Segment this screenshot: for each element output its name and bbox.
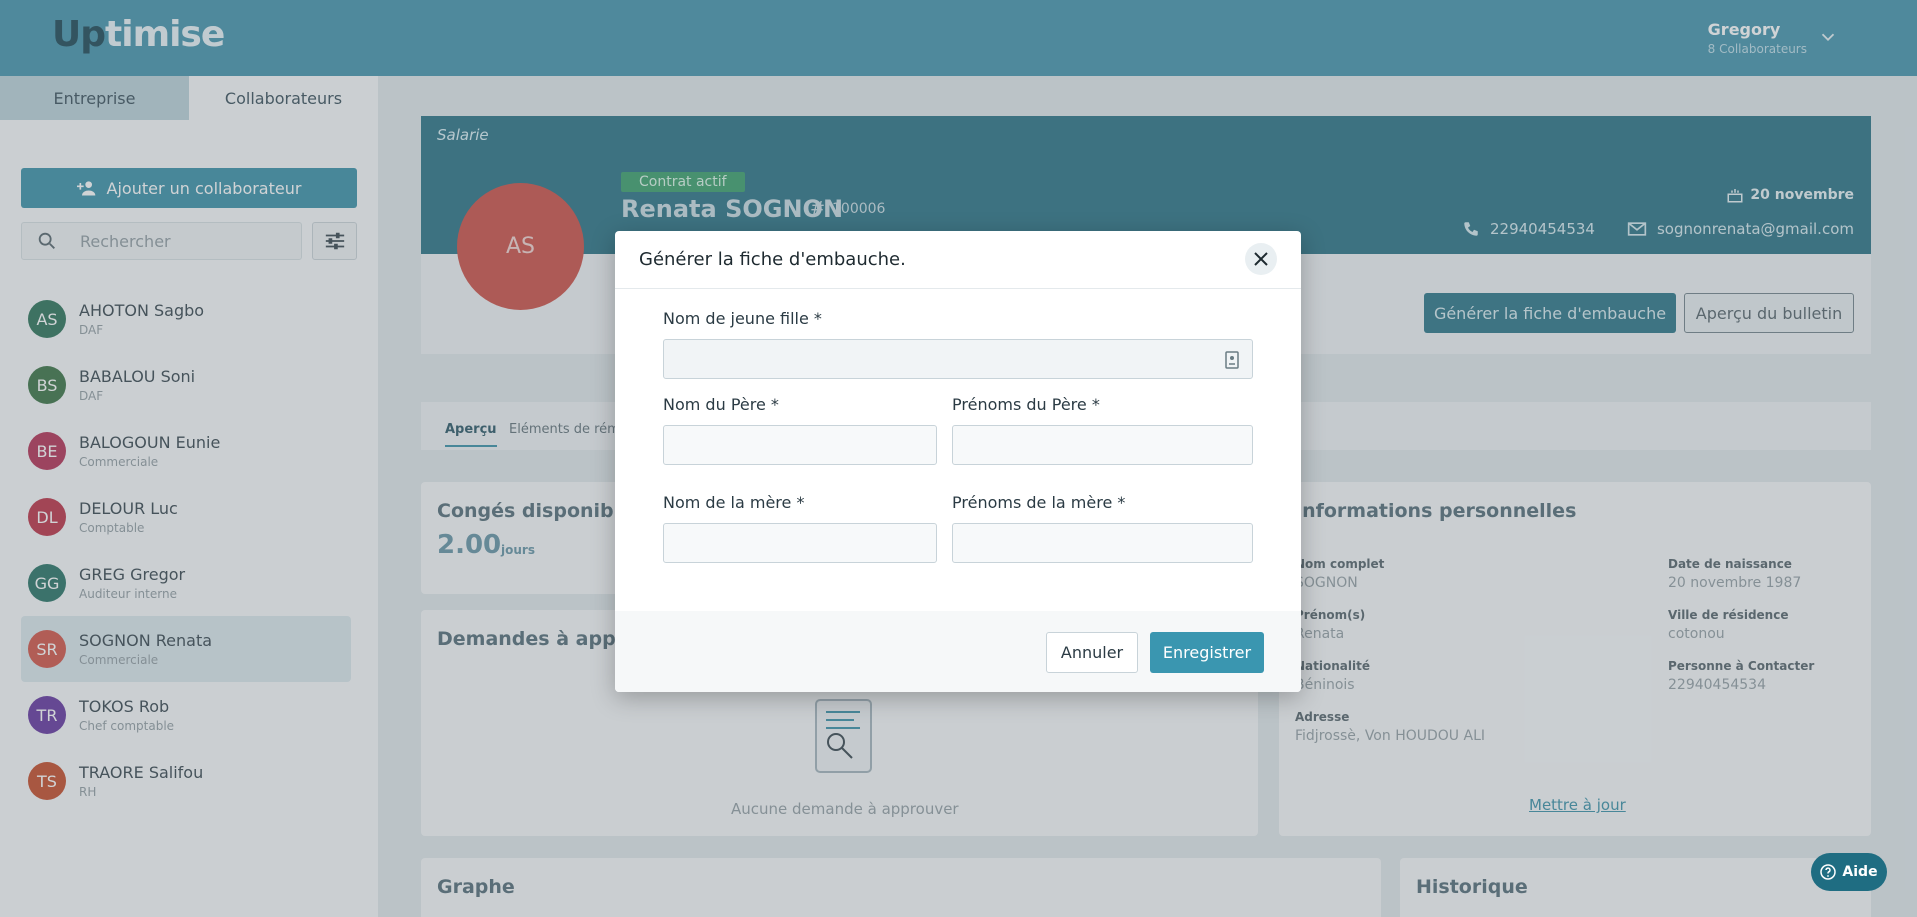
cancel-button[interactable]: Annuler bbox=[1046, 632, 1138, 673]
father-firstnames-label: Prénoms du Père * bbox=[952, 395, 1100, 414]
close-button[interactable] bbox=[1245, 243, 1277, 275]
modal-header: Générer la fiche d'embauche. bbox=[615, 231, 1301, 289]
help-button[interactable]: Aide bbox=[1811, 853, 1887, 891]
father-firstnames-input[interactable] bbox=[952, 425, 1253, 465]
maiden-name-label: Nom de jeune fille * bbox=[663, 309, 822, 328]
hiring-sheet-modal: Générer la fiche d'embauche. Nom de jeun… bbox=[615, 231, 1301, 692]
close-icon bbox=[1254, 252, 1268, 266]
mother-firstnames-label: Prénoms de la mère * bbox=[952, 493, 1126, 512]
mother-name-label: Nom de la mère * bbox=[663, 493, 805, 512]
modal-title: Générer la fiche d'embauche. bbox=[639, 249, 906, 270]
father-name-label: Nom du Père * bbox=[663, 395, 779, 414]
mother-name-input[interactable] bbox=[663, 523, 937, 563]
maiden-name-input[interactable] bbox=[663, 339, 1253, 379]
mother-firstnames-input[interactable] bbox=[952, 523, 1253, 563]
help-icon bbox=[1820, 864, 1837, 880]
save-button[interactable]: Enregistrer bbox=[1150, 632, 1264, 673]
contact-card-icon bbox=[1225, 351, 1239, 369]
help-label: Aide bbox=[1842, 864, 1878, 880]
father-name-input[interactable] bbox=[663, 425, 937, 465]
